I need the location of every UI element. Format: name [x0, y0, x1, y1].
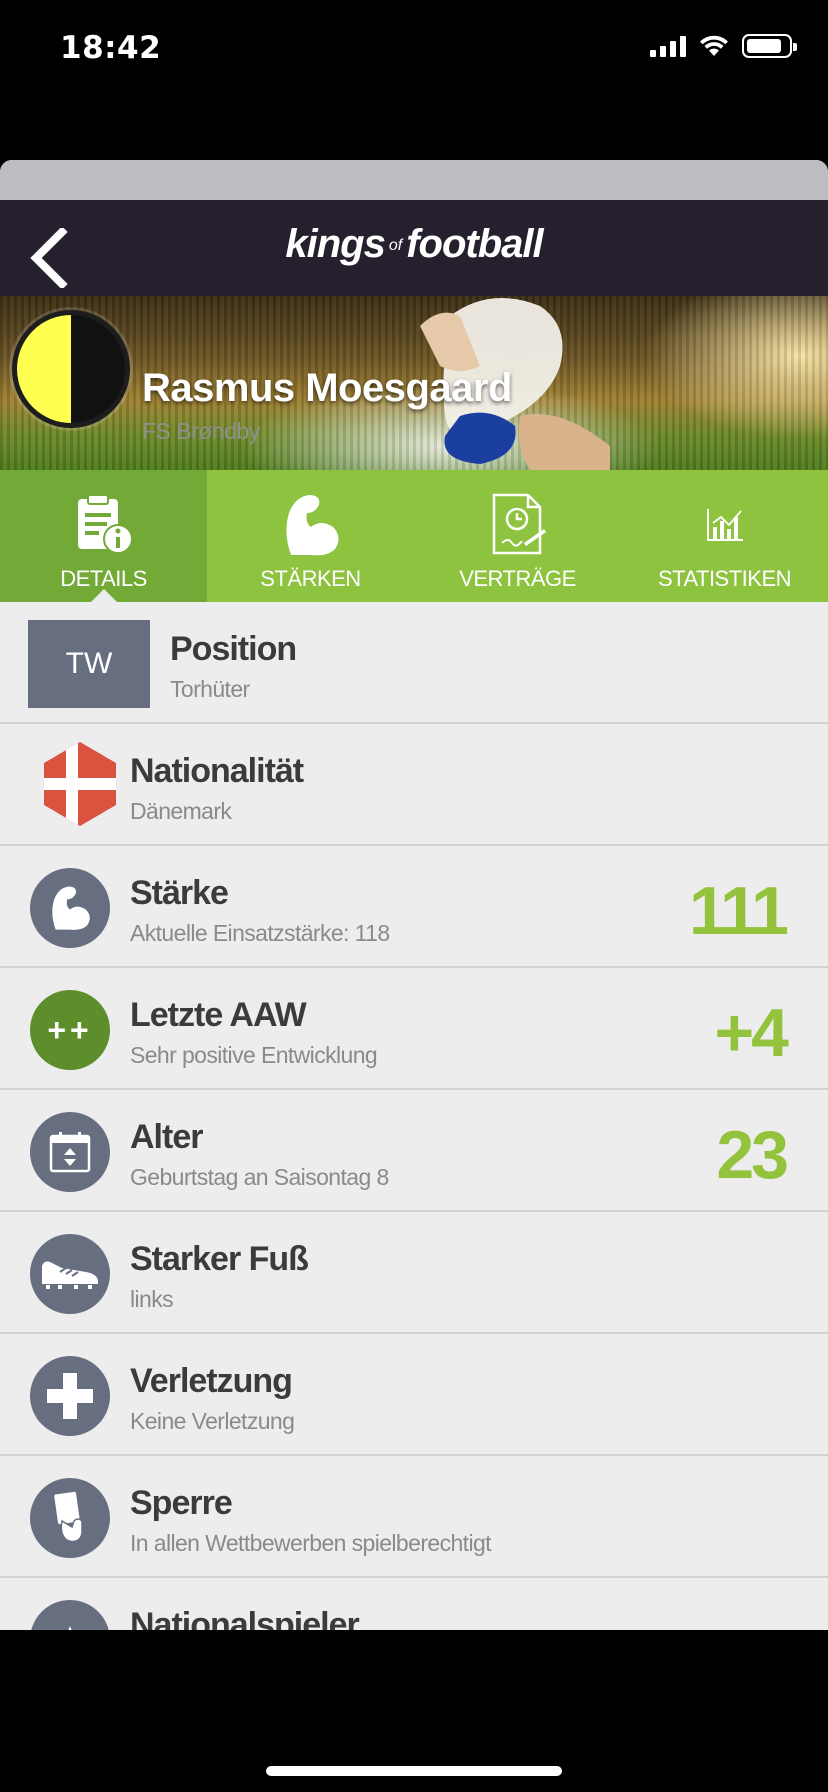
double-plus-glyph: ++: [47, 1011, 93, 1048]
list-item-national-player: Nationalspieler: [0, 1578, 828, 1630]
wifi-icon: [700, 35, 728, 56]
suspension-subtitle: In allen Wettbewerben spielberechtigt: [130, 1530, 492, 1556]
suspension-icon-circle: [30, 1478, 110, 1558]
nationality-title: Nationalität: [130, 752, 304, 790]
foot-icon-circle: [30, 1234, 110, 1314]
suspension-title: Sperre: [130, 1484, 233, 1522]
player-club: FS Brøndby: [142, 418, 260, 444]
player-hero-banner: Rasmus Moesgaard FS Brøndby: [0, 296, 828, 470]
last-aaw-title: Letzte AAW: [130, 996, 307, 1034]
list-item-last-aaw: ++ Letzte AAW Sehr positive Entwicklung …: [0, 968, 828, 1090]
tab-staerken[interactable]: STÄRKEN: [207, 470, 414, 602]
list-item-strong-foot: Starker Fuß links: [0, 1212, 828, 1334]
tab-details-label: DETAILS: [60, 566, 147, 591]
player-name: Rasmus Moesgaard: [142, 366, 512, 410]
club-badge: [12, 310, 130, 428]
strong-foot-title: Starker Fuß: [130, 1240, 309, 1278]
status-time: 18:42: [60, 30, 162, 66]
list-item-strength: Stärke Aktuelle Einsatzstärke: 118 111: [0, 846, 828, 968]
strength-icon-circle: [30, 868, 110, 948]
flexed-arm-icon: [276, 490, 346, 560]
list-item-suspension: Sperre In allen Wettbewerben spielberech…: [0, 1456, 828, 1578]
double-plus-icon: ++: [30, 990, 110, 1070]
battery-level: [747, 39, 781, 53]
strong-foot-subtitle: links: [130, 1286, 174, 1312]
strength-value: 111: [689, 873, 789, 949]
injury-subtitle: Keine Verletzung: [130, 1408, 295, 1434]
age-value: 23: [716, 1117, 789, 1193]
details-document-icon: [69, 490, 139, 560]
app-logo: kings of football: [0, 222, 828, 267]
national-icon-circle: [30, 1600, 110, 1630]
logo-of: of: [388, 237, 403, 255]
position-title: Position: [170, 630, 297, 668]
flexed-arm-icon: [52, 886, 90, 930]
home-indicator[interactable]: [266, 1766, 562, 1776]
list-item-injury: Verletzung Keine Verletzung: [0, 1334, 828, 1456]
injury-icon-circle: [30, 1356, 110, 1436]
list-item-nationality: Nationalität Dänemark: [0, 724, 828, 846]
status-bar: 18:42: [0, 0, 828, 100]
status-icons: [650, 34, 797, 58]
navigation-bar: kings of football: [0, 200, 828, 296]
injury-title: Verletzung: [130, 1362, 293, 1400]
tab-bar: DETAILS STÄRKEN VERTRÄGE STATISTIKEN: [0, 470, 828, 603]
referee-card-icon: [54, 1491, 83, 1543]
strength-title: Stärke: [130, 874, 229, 912]
player-sheet: kings of football Rasmus Moesgaard FS Brøn…: [0, 160, 828, 1630]
nationality-subtitle: Dänemark: [130, 798, 232, 824]
details-list: TW Position Torhüter Nationalität Dänema…: [0, 602, 828, 1630]
tab-staerken-label: STÄRKEN: [260, 566, 361, 591]
tab-statistiken-label: STATISTIKEN: [657, 566, 792, 591]
football-boot-icon: [42, 1261, 98, 1289]
tab-statistiken[interactable]: STATISTIKEN: [621, 470, 828, 602]
position-badge: TW: [28, 620, 150, 708]
battery-icon: [742, 34, 797, 58]
list-item-age: Alter Geburtstag an Saisontag 8 23: [0, 1090, 828, 1212]
position-subtitle: Torhüter: [170, 676, 250, 702]
bar-chart-icon: [690, 490, 760, 560]
sheet-header-strip: [0, 160, 828, 200]
medical-cross-icon: [47, 1373, 93, 1419]
list-item-position: TW Position Torhüter: [0, 602, 828, 724]
national-player-title: Nationalspieler: [130, 1606, 360, 1630]
tab-vertraege[interactable]: VERTRÄGE: [414, 470, 621, 602]
logo-football: football: [406, 222, 543, 266]
tab-vertraege-label: VERTRÄGE: [459, 566, 576, 591]
contract-icon: [483, 490, 553, 560]
age-icon-circle: [30, 1112, 110, 1192]
age-subtitle: Geburtstag an Saisontag 8: [130, 1164, 389, 1190]
denmark-flag-icon: [44, 742, 116, 826]
logo-kings: kings: [285, 222, 385, 266]
age-title: Alter: [130, 1118, 203, 1156]
strength-subtitle: Aktuelle Einsatzstärke: 118: [130, 920, 390, 946]
calendar-icon: [49, 1132, 91, 1173]
star-icon: [68, 1626, 72, 1630]
cellular-signal-icon: [650, 35, 686, 57]
last-aaw-value: +4: [714, 995, 789, 1071]
tab-details[interactable]: DETAILS: [0, 470, 207, 603]
last-aaw-subtitle: Sehr positive Entwicklung: [130, 1042, 378, 1068]
